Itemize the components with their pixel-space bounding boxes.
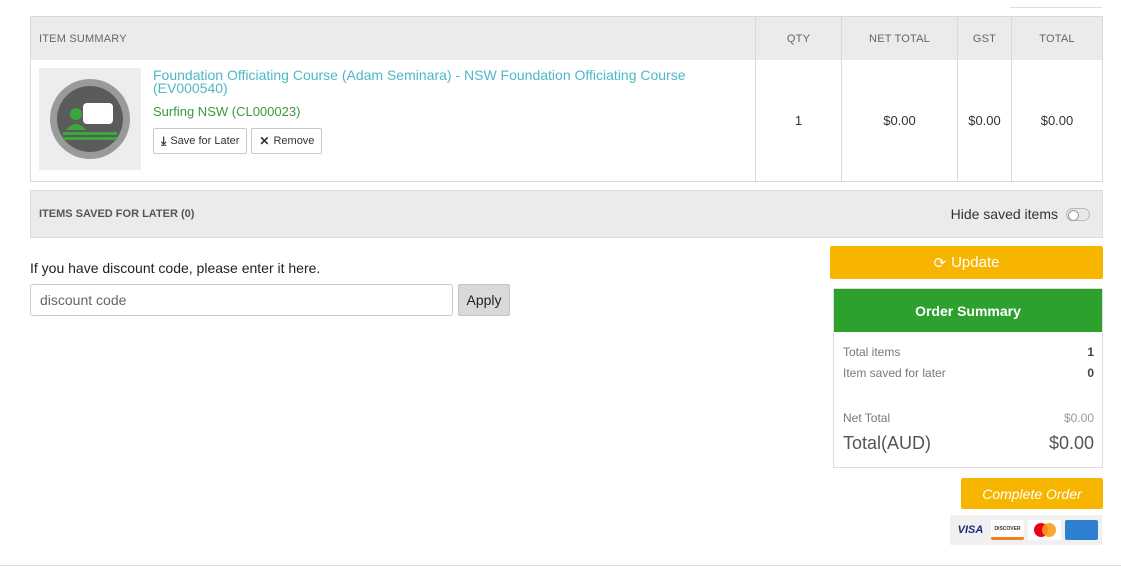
apply-button[interactable]: Apply <box>458 284 510 316</box>
header-qty: QTY <box>755 17 841 60</box>
visa-card-logo: VISA <box>957 524 984 536</box>
save-for-later-button[interactable]: ⤓ Save for Later <box>153 128 248 154</box>
update-label: Update <box>951 254 1000 271</box>
payment-cards: VISA DISCOVER <box>950 515 1102 545</box>
discover-card-logo: DISCOVER <box>991 520 1024 540</box>
item-gst: $0.00 <box>957 60 1011 181</box>
total-items-value: 1 <box>1087 345 1094 359</box>
total-items-label: Total items <box>843 345 901 359</box>
item-cell: Foundation Officiating Course (Adam Semi… <box>31 60 755 181</box>
saved-items-value: 0 <box>1087 366 1094 380</box>
course-thumbnail <box>39 68 141 170</box>
summary-saved-items: Item saved for later 0 <box>834 366 1102 380</box>
header-item-summary: ITEM SUMMARY <box>39 32 127 45</box>
grand-total-label: Total(AUD) <box>843 433 932 453</box>
grand-total-value: $0.00 <box>1048 433 1094 453</box>
header-net-total: NET TOTAL <box>841 17 957 60</box>
discount-code-input[interactable] <box>30 284 453 316</box>
item-qty: 1 <box>755 60 841 181</box>
course-title-link[interactable]: Foundation Officiating Course (Adam Semi… <box>153 68 693 95</box>
net-total-label: Net Total <box>843 411 891 425</box>
organisation-name: Surfing NSW (CL000023) <box>153 104 301 119</box>
bottom-divider <box>0 565 1121 566</box>
save-for-later-label: Save for Later <box>170 135 240 147</box>
cart-table: ITEM SUMMARY QTY NET TOTAL GST TOTAL Fou… <box>30 16 1103 182</box>
course-icon <box>50 79 130 159</box>
item-info: Foundation Officiating Course (Adam Semi… <box>153 68 693 154</box>
download-icon: ⤓ <box>161 133 167 148</box>
update-button[interactable]: ⟳ Update <box>830 246 1103 279</box>
saved-items-label: Item saved for later <box>843 366 946 380</box>
remove-button[interactable]: ✕ Remove <box>251 128 323 154</box>
summary-net-total: Net Total $0.00 <box>834 411 1102 425</box>
cart-header-row: ITEM SUMMARY QTY NET TOTAL GST TOTAL <box>31 17 1102 60</box>
table-row: Foundation Officiating Course (Adam Semi… <box>31 60 1102 181</box>
amex-card-logo <box>1065 520 1098 540</box>
hide-saved-label: Hide saved items <box>950 206 1058 222</box>
order-summary-panel: Order Summary Total items 1 Item saved f… <box>833 288 1103 468</box>
header-total: TOTAL <box>1011 17 1102 60</box>
item-net-total: $0.00 <box>841 60 957 181</box>
top-divider <box>1010 7 1102 8</box>
complete-order-button[interactable]: Complete Order <box>961 478 1103 509</box>
close-icon: ✕ <box>259 134 270 148</box>
discount-prompt: If you have discount code, please enter … <box>30 260 321 276</box>
saved-items-bar: ITEMS SAVED FOR LATER (0) Hide saved ite… <box>30 190 1103 238</box>
summary-total-items: Total items 1 <box>834 345 1102 359</box>
order-summary-title: Order Summary <box>834 289 1102 332</box>
item-actions: ⤓ Save for Later ✕ Remove <box>153 128 693 154</box>
net-total-value: $0.00 <box>1063 411 1094 425</box>
header-gst: GST <box>957 17 1011 60</box>
refresh-icon: ⟳ <box>933 254 947 272</box>
hide-saved-toggle[interactable] <box>1066 207 1090 221</box>
saved-items-title: ITEMS SAVED FOR LATER (0) <box>39 208 195 220</box>
mastercard-logo <box>1028 520 1061 540</box>
item-total: $0.00 <box>1011 60 1102 181</box>
remove-label: Remove <box>273 135 315 147</box>
hide-saved-items: Hide saved items <box>951 206 1090 222</box>
summary-grand-total: Total(AUD) $0.00 <box>834 433 1102 454</box>
